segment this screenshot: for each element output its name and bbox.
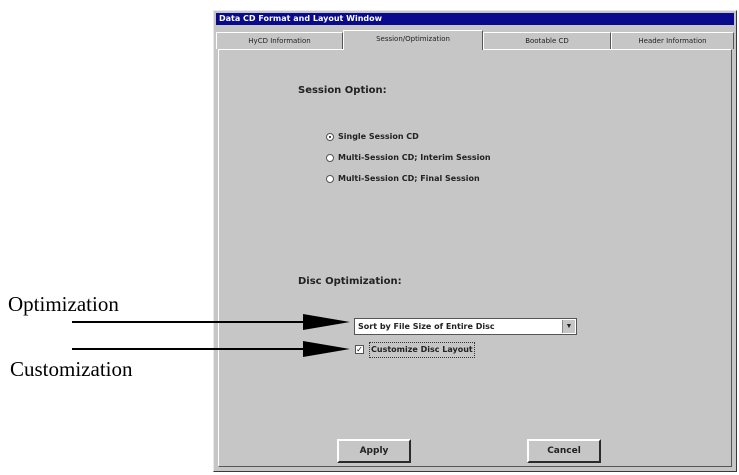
arrow-optimization (72, 314, 350, 330)
tab-session-optimization[interactable]: Session/Optimization (343, 30, 483, 50)
callout-arrows (72, 314, 350, 357)
arrow-customization (72, 341, 350, 357)
